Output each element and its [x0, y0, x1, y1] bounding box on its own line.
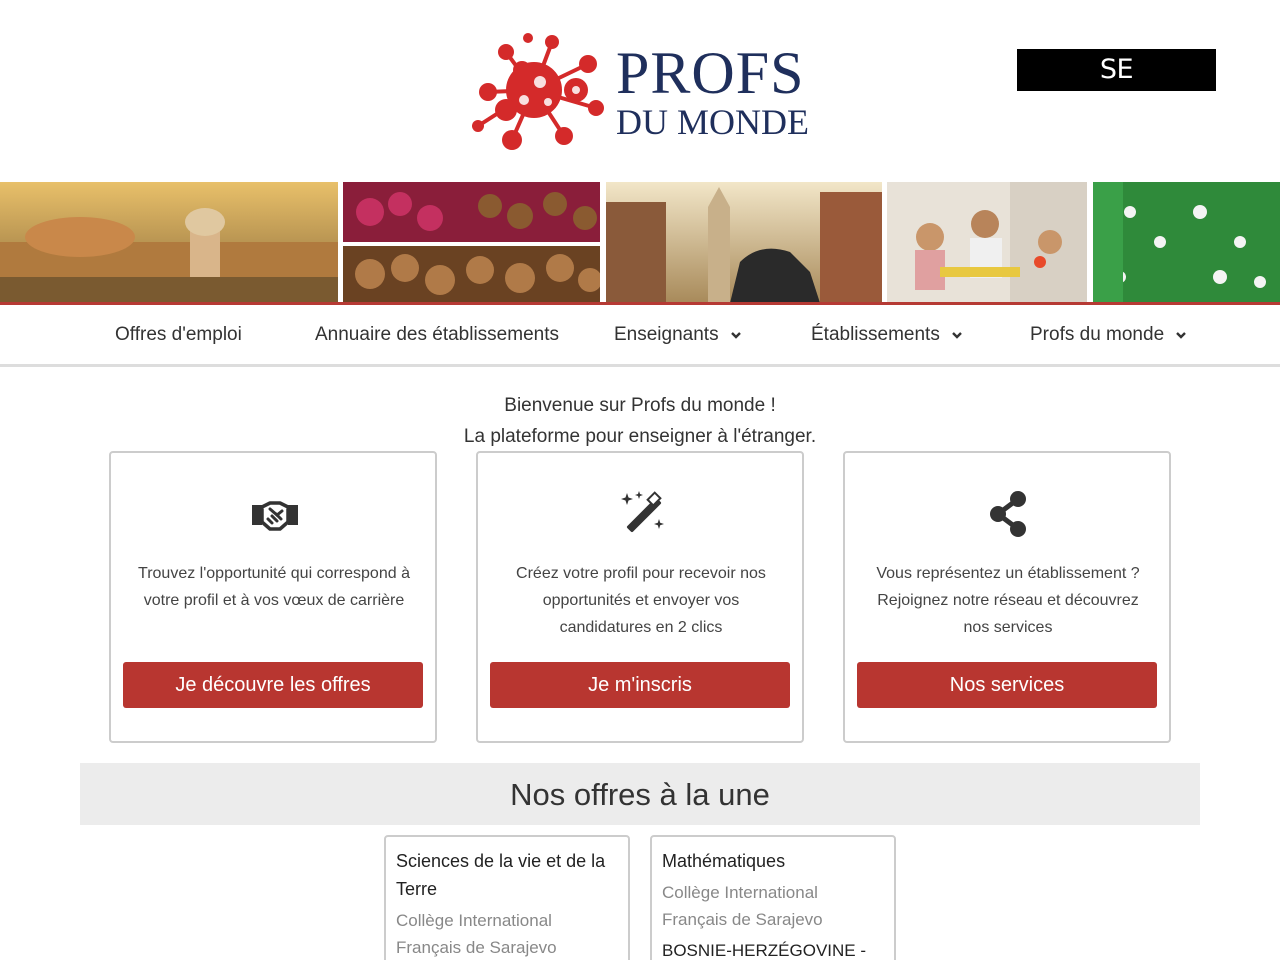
card-description: Vous représentez un établissement ? Rejo…	[876, 565, 1140, 636]
signup-button[interactable]: Je m'inscris	[490, 662, 790, 708]
chevron-down-icon	[731, 332, 741, 339]
welcome-line-2: La plateforme pour enseigner à l'étrange…	[463, 426, 817, 447]
logo-subtitle: DU MONDE	[616, 102, 809, 142]
nav-item-annuaire[interactable]: Annuaire des établissements	[315, 305, 559, 365]
virus-logo-icon	[472, 33, 604, 150]
card-description: Trouvez l'opportunité qui correspond à v…	[138, 565, 410, 609]
nav-item-label: Enseignants	[614, 324, 719, 345]
job-country: BOSNIE-HERZÉGOVINE -	[662, 941, 867, 960]
chevron-down-icon	[952, 332, 962, 339]
nav-item-offres[interactable]: Offres d'emploi	[115, 305, 242, 365]
job-school: Collège International Français de Saraje…	[662, 883, 823, 929]
nav-item-label: Offres d'emploi	[115, 324, 242, 345]
job-card[interactable]: Mathématiques Collège International Fran…	[650, 835, 896, 960]
banner-collage-image	[0, 182, 1280, 303]
card-services: Vous représentez un établissement ? Rejo…	[843, 451, 1171, 743]
job-title[interactable]: Mathématiques	[662, 847, 884, 875]
share-icon	[990, 491, 1026, 537]
job-school: Collège International Français de Saraje…	[396, 911, 557, 957]
services-button[interactable]: Nos services	[857, 662, 1157, 708]
nav-item-label: Établissements	[811, 324, 940, 345]
site-logo[interactable]: PROFS DU MONDE	[466, 30, 816, 152]
site-header: PROFS DU MONDE SE CONNECTER	[0, 0, 1280, 182]
handshake-icon	[252, 501, 298, 531]
featured-section-title: Nos offres à la une	[80, 763, 1200, 825]
nav-item-etablissements[interactable]: Établissements	[811, 305, 963, 365]
main-nav: Offres d'emploi Annuaire des établisseme…	[0, 305, 1280, 367]
nav-item-label: Profs du monde	[1030, 324, 1165, 345]
logo-title: PROFS	[616, 40, 805, 106]
nav-item-enseignants[interactable]: Enseignants	[614, 305, 742, 365]
nav-item-label: Annuaire des établissements	[315, 324, 559, 345]
nav-item-profs-du-monde[interactable]: Profs du monde	[1030, 305, 1187, 365]
chevron-down-icon	[1176, 332, 1187, 339]
welcome-text: Bienvenue sur Profs du monde ! La platef…	[0, 390, 1280, 452]
card-inscription: Créez votre profil pour recevoir nos opp…	[476, 451, 804, 743]
job-card[interactable]: Sciences de la vie et de la Terre Collèg…	[384, 835, 630, 960]
job-title[interactable]: Sciences de la vie et de la Terre	[396, 847, 618, 903]
welcome-line-1: Bienvenue sur Profs du monde !	[504, 395, 776, 416]
magic-wand-icon	[621, 491, 664, 533]
discover-offers-button[interactable]: Je découvre les offres	[123, 662, 423, 708]
card-description: Créez votre profil pour recevoir nos opp…	[516, 565, 766, 636]
login-button[interactable]: SE CONNECTER	[1017, 49, 1216, 127]
card-offres: Trouvez l'opportunité qui correspond à v…	[109, 451, 437, 743]
